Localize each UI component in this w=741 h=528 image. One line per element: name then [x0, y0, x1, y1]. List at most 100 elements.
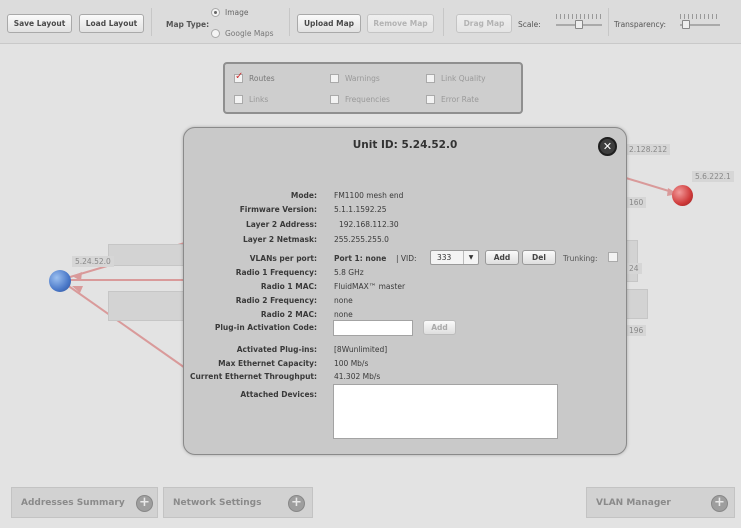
activated-plugins-value: [8Wunlimited] — [334, 345, 388, 354]
link-label: 196 — [626, 325, 647, 336]
layer-label: Warnings — [345, 74, 380, 83]
chevron-down-icon: ▼ — [463, 251, 478, 264]
layer-options-panel: Routes Warnings Link Quality Links Frequ… — [223, 62, 523, 114]
layer-links-checkbox[interactable]: Links — [234, 95, 268, 104]
scale-ticks — [556, 14, 602, 19]
dialog-title: Unit ID: 5.24.52.0 — [352, 139, 458, 151]
mode-label: Mode: — [290, 191, 317, 200]
vlans-label: VLANs per port: — [249, 254, 317, 263]
layer-link-quality-checkbox[interactable]: Link Quality — [426, 74, 486, 83]
plugin-add-button[interactable]: Add — [423, 320, 456, 335]
radio2-frequency-label: Radio 2 Frequency: — [235, 296, 317, 305]
firmware-label: Firmware Version: — [239, 205, 317, 214]
checkbox-icon — [330, 95, 339, 104]
vid-select-value: 333 — [437, 253, 452, 262]
network-node-red[interactable] — [672, 185, 693, 206]
scale-slider[interactable] — [556, 14, 602, 30]
transparency-ticks — [680, 14, 720, 19]
layer2-netmask-value: 255.255.255.0 — [334, 235, 389, 244]
toolbar-divider — [608, 8, 609, 36]
transparency-label: Transparency: — [614, 20, 667, 29]
load-layout-button[interactable]: Load Layout — [79, 14, 144, 33]
attached-devices-list[interactable] — [333, 384, 558, 439]
radio-selected-icon — [211, 8, 220, 17]
link-label: 24 — [626, 263, 642, 274]
attached-devices-label: Attached Devices: — [240, 390, 317, 399]
toolbar-divider — [443, 8, 444, 36]
scale-slider-thumb[interactable] — [575, 20, 583, 29]
map-type-image-radio[interactable]: Image — [211, 8, 249, 17]
link-label: 160 — [626, 197, 647, 208]
mode-value: FM1100 mesh end — [334, 191, 404, 200]
layer-label: Link Quality — [441, 74, 486, 83]
expand-plus-icon[interactable]: + — [711, 495, 728, 512]
layer-label: Routes — [249, 74, 275, 83]
max-ethernet-value: 100 Mb/s — [334, 359, 369, 368]
current-ethernet-label: Current Ethernet Throughput: — [190, 372, 317, 381]
trunking-label: Trunking: — [563, 254, 598, 263]
checkbox-icon — [330, 74, 339, 83]
map-link-box — [624, 289, 648, 319]
radio1-frequency-label: Radio 1 Frequency: — [235, 268, 317, 277]
save-layout-button[interactable]: Save Layout — [7, 14, 72, 33]
link-label: 2.128.212 — [626, 144, 671, 155]
map-type-image-label: Image — [225, 8, 249, 17]
vid-label: | VID: — [396, 254, 417, 263]
checkbox-icon — [234, 95, 243, 104]
network-settings-panel[interactable]: Network Settings + — [163, 487, 313, 518]
radio2-frequency-value: none — [334, 296, 353, 305]
plugin-code-label: Plug-in Activation Code: — [214, 323, 317, 332]
vlan-del-button[interactable]: Del — [522, 250, 556, 265]
trunking-checkbox[interactable] — [608, 252, 618, 262]
vlan-manager-title: VLAN Manager — [596, 497, 671, 508]
vlan-add-button[interactable]: Add — [485, 250, 519, 265]
radio1-mac-value: FluidMAX™ master — [334, 282, 406, 291]
layer-routes-checkbox[interactable]: Routes — [234, 71, 275, 83]
layer-frequencies-checkbox[interactable]: Frequencies — [330, 95, 390, 104]
radio1-frequency-value: 5.8 GHz — [334, 268, 364, 277]
radio2-mac-value: none — [334, 310, 353, 319]
scale-label: Scale: — [518, 20, 541, 29]
activated-plugins-label: Activated Plug-ins: — [236, 345, 317, 354]
drag-map-button[interactable]: Drag Map — [456, 14, 512, 33]
vid-select[interactable]: 333 ▼ — [430, 250, 479, 265]
map-link-box — [108, 244, 184, 266]
transparency-slider[interactable] — [680, 14, 720, 30]
upload-map-button[interactable]: Upload Map — [297, 14, 361, 33]
max-ethernet-label: Max Ethernet Capacity: — [218, 359, 317, 368]
expand-plus-icon[interactable]: + — [288, 495, 305, 512]
map-type-label: Map Type: — [166, 20, 210, 29]
unit-details-dialog: Unit ID: 5.24.52.0 ✕ Mode: FM1100 mesh e… — [183, 127, 627, 455]
map-type-google-label: Google Maps — [225, 29, 274, 38]
expand-plus-icon[interactable]: + — [136, 495, 153, 512]
close-icon[interactable]: ✕ — [598, 137, 617, 156]
layer-error-rate-checkbox[interactable]: Error Rate — [426, 95, 479, 104]
node-label: 5.24.52.0 — [72, 256, 114, 267]
remove-map-button[interactable]: Remove Map — [367, 14, 434, 33]
map-type-google-radio[interactable]: Google Maps — [211, 29, 274, 38]
current-ethernet-value: 41.302 Mb/s — [334, 372, 381, 381]
layer2-address-value: 192.168.112.30 — [339, 220, 399, 229]
layer-label: Links — [249, 95, 269, 104]
network-node-blue[interactable] — [49, 270, 71, 292]
node-label: 5.6.222.1 — [692, 171, 734, 182]
addresses-summary-title: Addresses Summary — [21, 497, 125, 508]
toolbar: Save Layout Load Layout Map Type: Image … — [0, 0, 741, 44]
plugin-code-input[interactable] — [333, 320, 413, 336]
layer-label: Error Rate — [441, 95, 479, 104]
checkbox-checked-icon — [234, 71, 243, 83]
radio1-mac-label: Radio 1 MAC: — [260, 282, 317, 291]
layer2-netmask-label: Layer 2 Netmask: — [242, 235, 317, 244]
checkbox-icon — [426, 74, 435, 83]
toolbar-divider — [151, 8, 152, 36]
vlans-port-value: Port 1: none — [334, 254, 387, 263]
transparency-slider-thumb[interactable] — [682, 20, 690, 29]
vlan-manager-panel[interactable]: VLAN Manager + — [586, 487, 735, 518]
toolbar-divider — [289, 8, 290, 36]
addresses-summary-panel[interactable]: Addresses Summary + — [11, 487, 158, 518]
layer-warnings-checkbox[interactable]: Warnings — [330, 74, 380, 83]
layer-label: Frequencies — [345, 95, 390, 104]
layer2-address-label: Layer 2 Address: — [246, 220, 317, 229]
firmware-value: 5.1.1.1592.25 — [334, 205, 387, 214]
map-link-box — [108, 291, 184, 321]
